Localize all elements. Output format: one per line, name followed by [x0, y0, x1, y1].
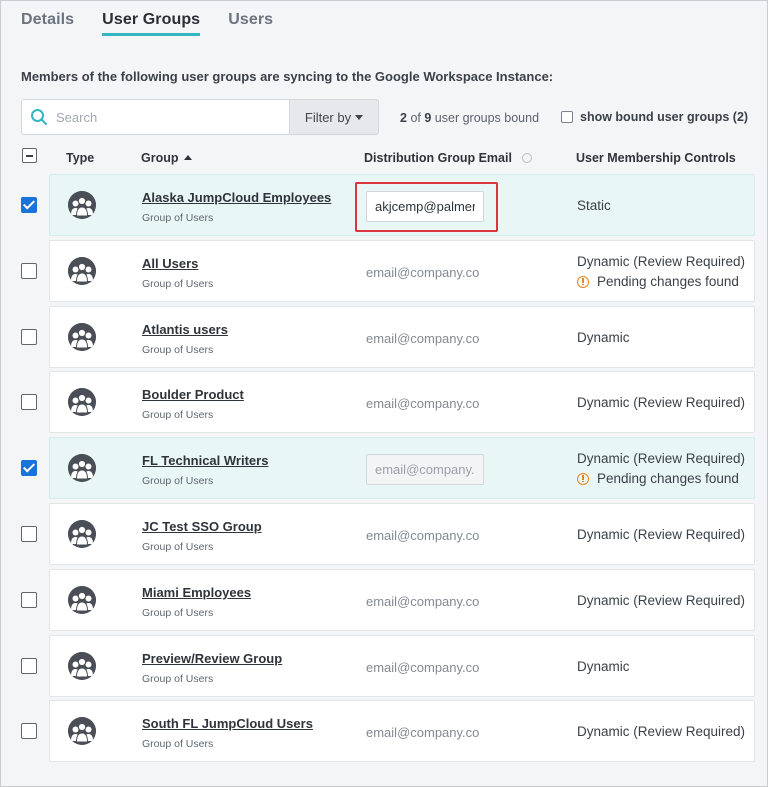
membership-control: Dynamic (Review Required): [577, 593, 746, 608]
bound-count-total: 9: [424, 111, 432, 125]
bound-count: 2 of 9 user groups bound: [400, 111, 539, 125]
row-checkbox[interactable]: [21, 394, 37, 410]
distribution-email-text: email@company.co: [366, 265, 480, 280]
row-checkbox[interactable]: [21, 263, 37, 279]
search-box: [21, 99, 289, 135]
sort-ascending-icon: [183, 155, 192, 160]
group-users-icon: [68, 257, 96, 285]
group-users-icon: [68, 652, 96, 680]
info-icon[interactable]: [521, 153, 532, 163]
bound-count-of: of: [410, 111, 421, 125]
group-type-label: Group of Users: [142, 607, 214, 619]
header-controls: User Membership Controls: [576, 151, 736, 165]
distribution-email-text: email@company.co: [366, 725, 480, 740]
distribution-email-text: email@company.co: [366, 331, 480, 346]
search-icon: [22, 108, 56, 126]
row-checkbox[interactable]: [21, 460, 37, 476]
table-header: Type Group Distribution Group Email User…: [1, 148, 768, 170]
pending-changes[interactable]: Pending changes found: [577, 471, 739, 486]
page-frame: Details User Groups Users Members of the…: [0, 0, 768, 787]
bound-count-value: 2: [400, 111, 407, 125]
group-type-label: Group of Users: [142, 475, 214, 487]
group-name-link[interactable]: Miami Employees: [142, 585, 251, 600]
pending-changes-label: Pending changes found: [597, 274, 739, 289]
chevron-down-icon: [355, 114, 364, 120]
tab-bar: Details User Groups Users: [21, 11, 301, 36]
group-type-label: Group of Users: [142, 409, 214, 421]
header-group-label: Group: [141, 151, 179, 165]
warning-icon: [577, 472, 589, 485]
membership-control: Static: [577, 198, 611, 213]
distribution-email-text: email@company.co: [366, 660, 480, 675]
distribution-email-text: email@company.co: [366, 594, 480, 609]
show-bound-label: show bound user groups (2): [580, 110, 749, 124]
group-users-icon: [68, 388, 96, 416]
group-type-label: Group of Users: [142, 673, 214, 685]
row-checkbox[interactable]: [21, 526, 37, 542]
show-bound-checkbox[interactable]: [561, 111, 573, 123]
table-row[interactable]: JC Test SSO Group Group of Users email@com…: [49, 503, 755, 565]
select-all-checkbox[interactable]: [22, 148, 37, 163]
group-name-link[interactable]: Atlantis users: [142, 322, 228, 337]
header-type: Type: [66, 151, 95, 165]
membership-control: Dynamic (Review Required): [577, 395, 746, 410]
group-name-link[interactable]: Preview/Review Group: [142, 651, 282, 666]
group-type-label: Group of Users: [142, 212, 214, 224]
distribution-email-input[interactable]: [366, 191, 484, 222]
distribution-email-text: email@company.co: [366, 528, 480, 543]
group-name-link[interactable]: All Users: [142, 256, 198, 271]
group-users-icon: [68, 717, 96, 745]
warning-icon: [577, 275, 589, 288]
group-name-link[interactable]: JC Test SSO Group: [142, 519, 262, 534]
header-email: Distribution Group Email: [364, 151, 532, 165]
group-type-label: Group of Users: [142, 344, 214, 356]
table-row[interactable]: Boulder Product Group of Users email@compa…: [49, 371, 755, 433]
table-row[interactable]: FL Technical Writers Group of Users Dynami…: [49, 437, 755, 499]
distribution-email-text: email@company.co: [366, 396, 480, 411]
group-name-link[interactable]: Alaska JumpCloud Employees: [142, 190, 331, 205]
pending-changes[interactable]: Pending changes found: [577, 274, 739, 289]
tab-details[interactable]: Details: [21, 11, 74, 36]
row-checkbox[interactable]: [21, 592, 37, 608]
group-name-link[interactable]: South FL JumpCloud Users: [142, 716, 313, 731]
group-users-icon: [68, 520, 96, 548]
tab-users[interactable]: Users: [228, 11, 273, 36]
group-type-label: Group of Users: [142, 738, 214, 750]
tab-user-groups[interactable]: User Groups: [102, 11, 201, 36]
search-input[interactable]: [56, 109, 276, 125]
group-type-label: Group of Users: [142, 541, 214, 553]
distribution-email-input[interactable]: [366, 454, 484, 485]
table-row[interactable]: Alaska JumpCloud Employees Group of Users…: [49, 174, 755, 236]
row-checkbox[interactable]: [21, 197, 37, 213]
table-row[interactable]: All Users Group of Users email@company.co D…: [49, 240, 755, 302]
show-bound-toggle[interactable]: show bound user groups (2): [561, 110, 748, 124]
intro-text: Members of the following user groups are…: [21, 69, 554, 84]
row-checkbox[interactable]: [21, 723, 37, 739]
header-group[interactable]: Group: [141, 151, 192, 165]
membership-control: Dynamic (Review Required): [577, 254, 746, 269]
header-email-label: Distribution Group Email: [364, 151, 512, 165]
membership-control: Dynamic (Review Required): [577, 451, 746, 466]
group-name-link[interactable]: Boulder Product: [142, 387, 244, 402]
table-row[interactable]: Miami Employees Group of Users email@compa…: [49, 569, 755, 631]
group-type-label: Group of Users: [142, 278, 214, 290]
bound-count-suffix: user groups bound: [434, 111, 540, 125]
group-users-icon: [68, 191, 96, 219]
group-users-icon: [68, 586, 96, 614]
membership-control: Dynamic: [577, 330, 630, 345]
row-checkbox[interactable]: [21, 658, 37, 674]
row-checkbox[interactable]: [21, 329, 37, 345]
membership-control: Dynamic (Review Required): [577, 724, 746, 739]
table-row[interactable]: South FL JumpCloud Users Group of Users em…: [49, 700, 755, 762]
membership-control: Dynamic (Review Required): [577, 527, 746, 542]
filter-by-label: Filter by: [304, 109, 352, 125]
group-users-icon: [68, 323, 96, 351]
filter-by-button[interactable]: Filter by: [289, 99, 379, 135]
group-name-link[interactable]: FL Technical Writers: [142, 453, 268, 468]
table-row[interactable]: Atlantis users Group of Users email@compan…: [49, 306, 755, 368]
table-row[interactable]: Preview/Review Group Group of Users email@…: [49, 635, 755, 697]
membership-control: Dynamic: [577, 659, 630, 674]
group-users-icon: [68, 454, 96, 482]
pending-changes-label: Pending changes found: [597, 471, 739, 486]
